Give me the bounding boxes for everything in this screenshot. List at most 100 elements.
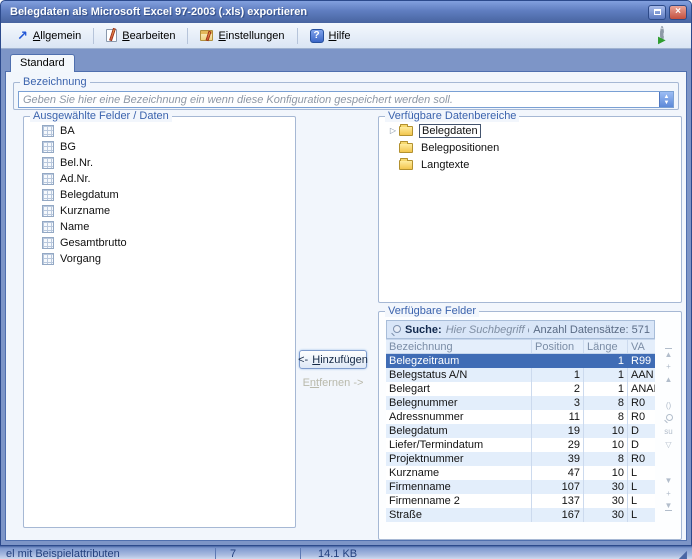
cell-bezeichnung: Firmenname 2 xyxy=(386,494,532,508)
restore-button[interactable] xyxy=(648,5,666,20)
cell-bezeichnung: Belegstatus A/N xyxy=(386,368,532,382)
cell-laenge: 8 xyxy=(584,410,628,424)
scroll-up-icon[interactable]: ▲ xyxy=(665,374,673,384)
add-row-icon[interactable]: + xyxy=(666,488,671,498)
close-icon: × xyxy=(675,7,681,17)
search-panel: Suche: Anzahl Datensätze: 571 xyxy=(386,320,655,339)
toolbar-separator xyxy=(187,28,188,44)
cell-va: R99 xyxy=(628,354,655,368)
column-header-position[interactable]: Position xyxy=(532,340,584,353)
list-item[interactable]: Kurzname xyxy=(26,203,293,219)
toolbar-label-hilfe: Hilfe xyxy=(329,30,351,42)
list-item[interactable]: BG xyxy=(26,139,293,155)
refresh-button[interactable]: ▶ xyxy=(652,25,683,46)
brackets-icon[interactable]: () xyxy=(666,400,671,410)
add-button[interactable]: <- Hinzufügen xyxy=(299,350,367,369)
column-header-bezeichnung[interactable]: Bezeichnung xyxy=(386,340,532,353)
selected-fields-list[interactable]: BA BG Bel.Nr. xyxy=(26,123,293,525)
table-row[interactable]: Belegzeitraum 1 R99 xyxy=(386,354,655,368)
list-item-label: Bel.Nr. xyxy=(60,157,93,169)
toolbar-button-hilfe[interactable]: ? Hilfe xyxy=(302,26,359,46)
list-item[interactable]: Name xyxy=(26,219,293,235)
tree-item[interactable]: ▷ Belegdaten xyxy=(381,122,679,139)
window-title: Belegdaten als Microsoft Excel 97-2003 (… xyxy=(10,6,648,18)
goto-first-icon[interactable]: ▲ xyxy=(665,348,673,358)
cell-laenge: 1 xyxy=(584,368,628,382)
remove-button[interactable]: Entfernen -> xyxy=(294,377,372,389)
sum-icon[interactable]: su xyxy=(664,426,672,436)
record-count: Anzahl Datensätze: 571 xyxy=(533,324,650,336)
move-up-icon[interactable]: + xyxy=(666,361,671,371)
list-item[interactable]: Gesamtbrutto xyxy=(26,235,293,251)
bezeichnung-spinner[interactable]: ▲▼ xyxy=(659,92,673,107)
cell-position: 39 xyxy=(532,452,584,466)
parent-status-bar: el mit Beispielattributen 7 14.1 KB ◢ xyxy=(0,546,692,559)
list-item[interactable]: Bel.Nr. xyxy=(26,155,293,171)
expander-icon[interactable]: ▷ xyxy=(387,126,399,135)
table-row[interactable]: Belegdatum 19 10 D xyxy=(386,424,655,438)
export-dialog: Belegdaten als Microsoft Excel 97-2003 (… xyxy=(0,0,692,546)
cell-bezeichnung: Adressnummer xyxy=(386,410,532,424)
fields-table[interactable]: Belegzeitraum 1 R99 Belegstatus A/N 1 1 … xyxy=(386,354,655,522)
toolbar-button-einstellungen[interactable]: Einstellungen xyxy=(192,27,292,45)
grid-search-icon[interactable] xyxy=(664,413,673,423)
arrow-up-right-icon: ↗ xyxy=(17,30,28,42)
cell-position: 167 xyxy=(532,508,584,522)
folder-icon xyxy=(399,160,413,170)
cell-position xyxy=(532,354,584,368)
remove-label-part: E xyxy=(303,377,310,389)
table-row[interactable]: Straße 167 30 L xyxy=(386,508,655,522)
table-row[interactable]: Kurzname 47 10 L xyxy=(386,466,655,480)
list-item[interactable]: Ad.Nr. xyxy=(26,171,293,187)
table-row[interactable]: Liefer/Termindatum 29 10 D xyxy=(386,438,655,452)
table-row[interactable]: Belegstatus A/N 1 1 AAN xyxy=(386,368,655,382)
selected-fields-group-label: Ausgewählte Felder / Daten xyxy=(30,110,172,122)
title-bar[interactable]: Belegdaten als Microsoft Excel 97-2003 (… xyxy=(1,1,691,23)
cell-va: R0 xyxy=(628,410,655,424)
filter-icon[interactable]: ▽ xyxy=(665,439,671,449)
column-header-va[interactable]: VA xyxy=(628,340,655,353)
tree-item[interactable]: Belegpositionen xyxy=(381,139,679,156)
cell-bezeichnung: Belegnummer xyxy=(386,396,532,410)
column-header-laenge[interactable]: Länge xyxy=(584,340,628,353)
scroll-down-icon[interactable]: ▼ xyxy=(665,475,673,485)
table-row[interactable]: Firmenname 2 137 30 L xyxy=(386,494,655,508)
bezeichnung-input[interactable] xyxy=(19,92,659,107)
list-item-label: Vorgang xyxy=(60,253,101,265)
tab-standard[interactable]: Standard xyxy=(10,54,75,72)
table-row[interactable]: Firmenname 107 30 L xyxy=(386,480,655,494)
add-button-arrow: <- xyxy=(298,354,311,366)
cell-position: 107 xyxy=(532,480,584,494)
grid-navigator: ▲ + ▲ () su ▽ ▼ + ▼ xyxy=(660,342,677,533)
cell-bezeichnung: Belegzeitraum xyxy=(386,354,532,368)
cell-va: ANALRGI xyxy=(628,382,655,396)
tree-item[interactable]: Langtexte xyxy=(381,156,679,173)
cell-laenge: 1 xyxy=(584,354,628,368)
cell-bezeichnung: Firmenname xyxy=(386,480,532,494)
list-item[interactable]: BA xyxy=(26,123,293,139)
cell-laenge: 8 xyxy=(584,396,628,410)
field-grid-icon xyxy=(42,125,54,137)
cell-position: 1 xyxy=(532,368,584,382)
toolbar-button-allgemein[interactable]: ↗ Allgemein xyxy=(9,27,89,45)
cell-va: L xyxy=(628,508,655,522)
field-grid-icon xyxy=(42,189,54,201)
toolbar-button-bearbeiten[interactable]: Bearbeiten xyxy=(98,26,183,45)
list-item-label: BG xyxy=(60,141,76,153)
list-item[interactable]: Vorgang xyxy=(26,251,293,267)
folder-icon xyxy=(399,143,413,153)
table-row[interactable]: Adressnummer 11 8 R0 xyxy=(386,410,655,424)
table-row[interactable]: Belegart 2 1 ANALRGI xyxy=(386,382,655,396)
toolbar-label-bearbeiten: Bearbeiten xyxy=(122,30,175,42)
toolbar-separator xyxy=(297,28,298,44)
cell-va: R0 xyxy=(628,396,655,410)
cell-position: 19 xyxy=(532,424,584,438)
search-input[interactable] xyxy=(446,324,530,336)
data-areas-tree[interactable]: ▷ Belegdaten Belegpositionen xyxy=(381,122,679,300)
table-row[interactable]: Belegnummer 3 8 R0 xyxy=(386,396,655,410)
goto-last-icon[interactable]: ▼ xyxy=(665,501,673,511)
search-icon xyxy=(391,325,401,335)
table-row[interactable]: Projektnummer 39 8 R0 xyxy=(386,452,655,466)
close-button[interactable]: × xyxy=(669,5,687,20)
list-item[interactable]: Belegdatum xyxy=(26,187,293,203)
